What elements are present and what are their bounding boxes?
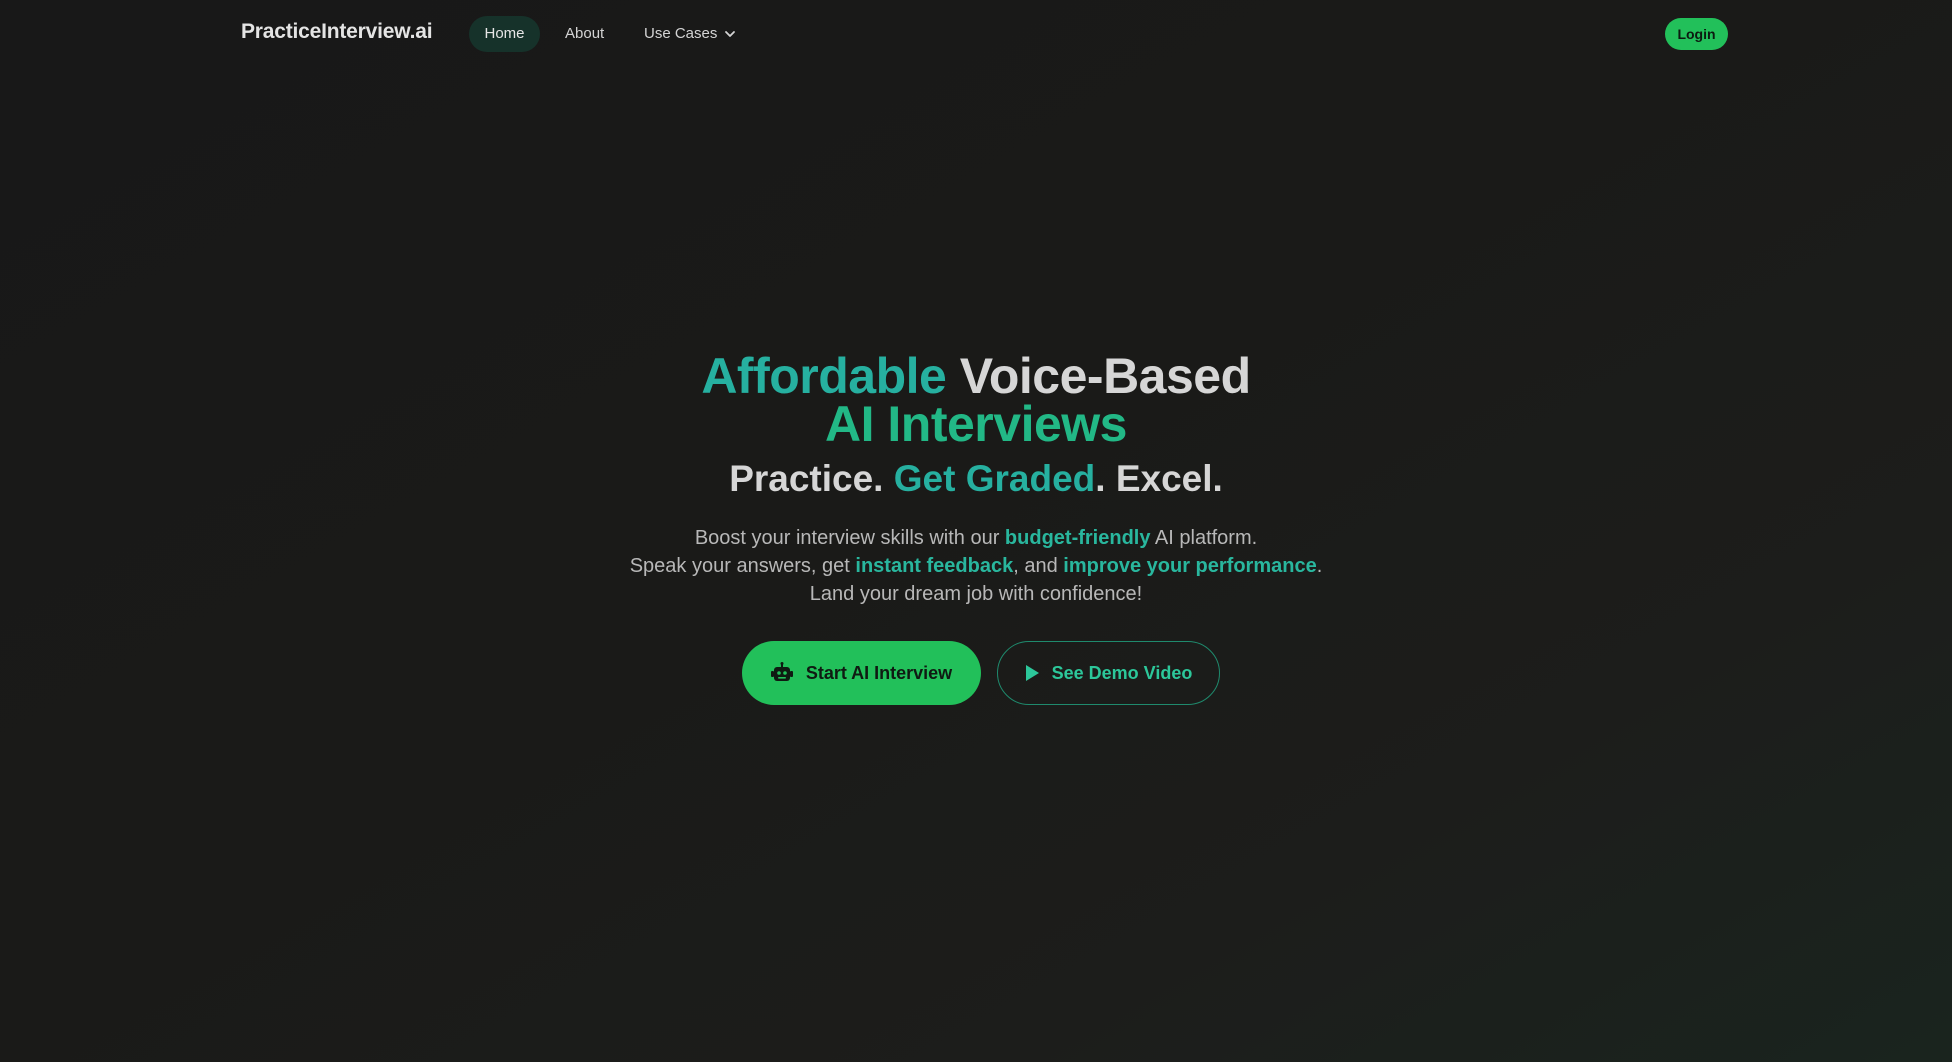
start-ai-interview-label: Start AI Interview <box>805 662 953 683</box>
see-demo-video-label: See Demo Video <box>1051 662 1193 683</box>
desc-highlight-feedback: instant feedback <box>855 555 1014 577</box>
nav-link-about[interactable]: About <box>565 16 604 52</box>
hero-description: Boost your interview skills with our bud… <box>0 524 1952 608</box>
desc-text: Speak your answers, get <box>629 555 856 577</box>
start-ai-interview-button[interactable]: Start AI Interview <box>741 641 981 705</box>
hero-section: Affordable Voice-Based AI Interviews Pra… <box>0 351 1952 608</box>
chevron-down-icon <box>723 27 737 41</box>
login-button[interactable]: Login <box>1665 18 1728 50</box>
hero-subtitle: Practice. Get Graded. Excel. <box>0 454 1952 504</box>
description-line-2: Speak your answers, get instant feedback… <box>0 552 1952 580</box>
cta-row: Start AI Interview See Demo Video <box>0 641 1952 705</box>
hero-title-line2: AI Interviews <box>825 396 1127 452</box>
see-demo-video-button[interactable]: See Demo Video <box>996 641 1220 705</box>
play-icon <box>1024 664 1040 682</box>
brand-logo[interactable]: PracticeInterview.ai <box>241 20 433 44</box>
robot-icon <box>770 662 794 684</box>
description-line-3: Land your dream job with confidence! <box>809 583 1143 605</box>
desc-text: , and <box>1013 555 1064 577</box>
subtitle-practice: Practice. <box>729 458 884 499</box>
desc-highlight-performance: improve your performance <box>1063 555 1317 577</box>
desc-text: . <box>1316 555 1323 577</box>
subtitle-excel: Excel. <box>1115 458 1223 499</box>
nav-link-home[interactable]: Home <box>469 16 540 52</box>
subtitle-period: . <box>1095 458 1106 499</box>
hero-title: Affordable Voice-Based <box>0 351 1952 401</box>
description-line-1: Boost your interview skills with our bud… <box>0 524 1952 552</box>
nav-link-use-cases-label: Use Cases <box>644 25 718 42</box>
desc-text: AI platform. <box>1150 527 1258 549</box>
desc-text: Boost your interview skills with our <box>694 527 1005 549</box>
nav-link-use-cases[interactable]: Use Cases <box>644 16 737 52</box>
desc-highlight-budget: budget-friendly <box>1004 527 1151 549</box>
top-navigation: PracticeInterview.ai Home About Use Case… <box>0 0 1952 68</box>
subtitle-get-graded: Get Graded <box>893 458 1096 499</box>
